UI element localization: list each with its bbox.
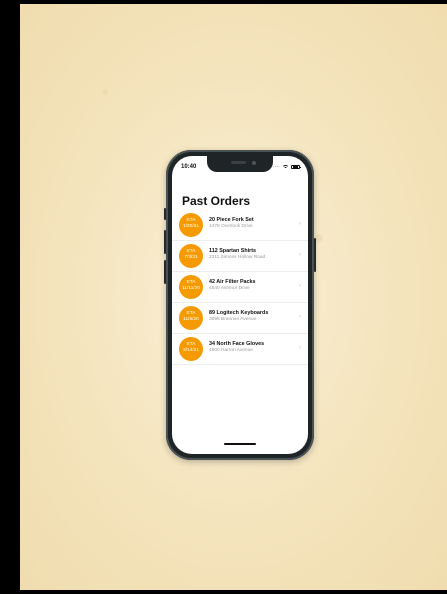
chevron-right-icon: ›	[299, 283, 301, 289]
battery-icon	[291, 165, 301, 169]
order-address: 4540 Ashmor Drive	[209, 285, 250, 291]
phone-notch	[207, 156, 273, 172]
home-indicator	[224, 443, 256, 445]
order-row[interactable]: ETA 11/11/20 42 Air Filter Packs 4540 As…	[172, 272, 308, 303]
mute-switch	[164, 208, 166, 220]
textured-background: 10:40 ∙∙∙∙ Past Orders ETA 1/20/21 20 Pi…	[16, 0, 447, 594]
order-details: 34 North Face Gloves 4800 Harron Avenue	[209, 341, 293, 354]
chevron-right-icon: ›	[299, 252, 301, 258]
side-power-button	[314, 238, 316, 272]
order-item-name: 34 North Face Gloves	[209, 341, 265, 347]
iphone-mockup: 10:40 ∙∙∙∙ Past Orders ETA 1/20/21 20 Pi…	[164, 150, 316, 460]
order-row[interactable]: ETA 7/3/21 112 Spartan Shirts 2311 Simon…	[172, 241, 308, 272]
eta-badge: ETA 11/11/20	[179, 275, 203, 299]
order-details: 20 Piece Fork Set 1478 Overlook Drive	[209, 217, 293, 230]
signal-icon: ∙∙∙∙	[272, 164, 280, 170]
order-item-name: 112 Spartan Shirts	[209, 248, 257, 254]
order-item-name: 89 Logitech Keyboards	[209, 310, 269, 316]
order-item-name: 20 Piece Fork Set	[209, 217, 254, 223]
order-details: 89 Logitech Keyboards 3898 Brannon Avenu…	[209, 310, 293, 323]
eta-date: 1/20/21	[182, 224, 199, 229]
eta-date: 11/11/20	[182, 286, 200, 291]
wifi-icon	[282, 164, 289, 170]
camera-icon	[252, 161, 256, 165]
eta-badge: ETA 11/6/20	[179, 306, 203, 330]
order-row[interactable]: ETA 1/20/21 20 Piece Fork Set 1478 Overl…	[172, 210, 308, 241]
order-address: 2311 Simons Hollow Road	[209, 254, 266, 260]
eta-badge: ETA 7/3/21	[179, 244, 203, 268]
orders-list: ETA 1/20/21 20 Piece Fork Set 1478 Overl…	[172, 210, 308, 365]
eta-badge: ETA 1/20/21	[179, 213, 203, 237]
chevron-right-icon: ›	[299, 314, 301, 320]
eta-date: 7/3/21	[184, 255, 198, 260]
eta-date: 11/6/20	[183, 317, 199, 322]
order-item-name: 42 Air Filter Packs	[209, 279, 256, 285]
order-address: 1478 Overlook Drive	[209, 223, 253, 229]
phone-screen: 10:40 ∙∙∙∙ Past Orders ETA 1/20/21 20 Pi…	[172, 156, 308, 454]
volume-up-button	[164, 230, 166, 254]
chevron-right-icon: ›	[299, 221, 301, 227]
order-details: 42 Air Filter Packs 4540 Ashmor Drive	[209, 279, 293, 292]
order-address: 4800 Harron Avenue	[209, 347, 253, 353]
order-row[interactable]: ETA 11/6/20 89 Logitech Keyboards 3898 B…	[172, 303, 308, 334]
order-address: 3898 Brannon Avenue	[209, 316, 257, 322]
status-bar-icons: ∙∙∙∙	[272, 164, 301, 170]
order-details: 112 Spartan Shirts 2311 Simons Hollow Ro…	[209, 248, 293, 261]
chevron-right-icon: ›	[299, 345, 301, 351]
eta-date: 3/14/21	[182, 348, 199, 353]
eta-badge: ETA 3/14/21	[179, 337, 203, 361]
page-title: Past Orders	[182, 194, 251, 208]
speaker-grille	[231, 161, 246, 164]
volume-down-button	[164, 260, 166, 284]
order-row[interactable]: ETA 3/14/21 34 North Face Gloves 4800 Ha…	[172, 334, 308, 365]
status-bar-time: 10:40	[181, 164, 197, 170]
